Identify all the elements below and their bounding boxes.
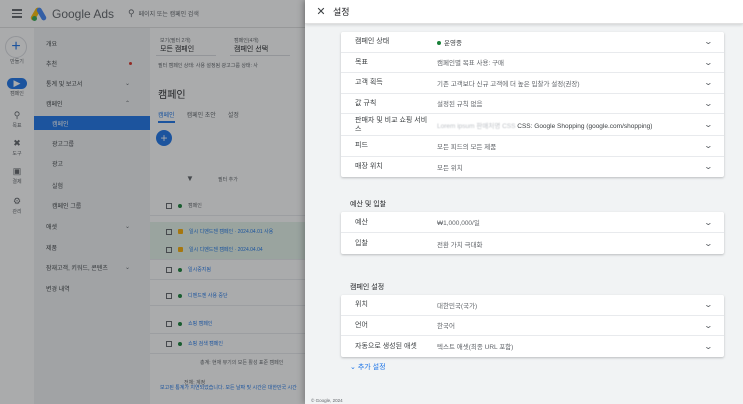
setting-row-goal[interactable]: 목표 캠페인별 목표 사용: 구매 ⌄ bbox=[341, 53, 724, 73]
chevron-down-icon[interactable]: ⌄ bbox=[704, 300, 713, 309]
general-settings-card: 캠페인 상태 운영중 ⌄ 목표 캠페인별 목표 사용: 구매 ⌄ 고객 획득 기… bbox=[341, 32, 724, 177]
setting-row-store-location[interactable]: 매장 위치 모든 위치 ⌄ bbox=[341, 157, 724, 178]
chevron-down-icon[interactable]: ⌄ bbox=[704, 218, 713, 227]
setting-row-value-rules[interactable]: 값 규칙 설정된 규칙 없음 ⌄ bbox=[341, 94, 724, 114]
setting-row-campaign-status[interactable]: 캠페인 상태 운영중 ⌄ bbox=[341, 32, 724, 53]
setting-row-location[interactable]: 위치 대한민국(국가) ⌄ bbox=[341, 295, 724, 316]
more-settings-link[interactable]: ⌄ 추가 설정 bbox=[350, 362, 386, 372]
campaign-settings-card: 위치 대한민국(국가) ⌄ 언어 한국어 ⌄ 자동으로 생성된 애셋 텍스트 애… bbox=[341, 295, 724, 357]
campaign-section-title: 캠페인 설정 bbox=[350, 284, 385, 291]
chevron-down-icon[interactable]: ⌄ bbox=[704, 342, 713, 351]
setting-row-customer-acquisition[interactable]: 고객 획득 기존 고객보다 신규 고객에 더 높은 입찰가 설정(권장) ⌄ bbox=[341, 73, 724, 94]
setting-row-css-partner[interactable]: 판매자 및 비교 쇼핑 서비스 Lorem ipsum 판매처명 CSS CSS… bbox=[341, 114, 724, 136]
chevron-down-icon[interactable]: ⌄ bbox=[704, 162, 713, 171]
budget-section-title: 예산 및 입찰 bbox=[350, 201, 387, 208]
chevron-down-icon[interactable]: ⌄ bbox=[704, 99, 713, 108]
chevron-down-icon[interactable]: ⌄ bbox=[704, 321, 713, 330]
chevron-down-icon[interactable]: ⌄ bbox=[704, 58, 713, 67]
chevron-down-icon[interactable]: ⌄ bbox=[704, 239, 713, 248]
redacted-text: Lorem ipsum 판매처명 CSS bbox=[437, 122, 516, 130]
setting-row-auto-assets[interactable]: 자동으로 생성된 애셋 텍스트 애셋(최종 URL 포함) ⌄ bbox=[341, 336, 724, 357]
chevron-down-icon[interactable]: ⌄ bbox=[704, 37, 713, 46]
budget-bidding-card: 예산 ₩1,000,000/일 ⌄ 입찰 전환 가치 극대화 ⌄ bbox=[341, 212, 724, 254]
chevron-down-icon[interactable]: ⌄ bbox=[704, 120, 713, 129]
panel-header: ✕ 설정 bbox=[305, 0, 743, 24]
copyright: © Google, 2024 bbox=[311, 398, 343, 403]
chevron-down-icon[interactable]: ⌄ bbox=[704, 141, 713, 150]
chevron-down-icon[interactable]: ⌄ bbox=[704, 78, 713, 87]
setting-row-language[interactable]: 언어 한국어 ⌄ bbox=[341, 316, 724, 336]
setting-row-feed[interactable]: 피드 모든 피드의 모든 제품 ⌄ bbox=[341, 136, 724, 157]
setting-row-bidding[interactable]: 입찰 전환 가치 극대화 ⌄ bbox=[341, 233, 724, 254]
setting-row-budget[interactable]: 예산 ₩1,000,000/일 ⌄ bbox=[341, 212, 724, 233]
chevron-down-icon: ⌄ bbox=[350, 364, 356, 371]
panel-title: 설정 bbox=[333, 7, 350, 17]
settings-panel: ✕ 설정 캠페인 상태 운영중 ⌄ 목표 캠페인별 목표 사용: 구매 ⌄ 고객… bbox=[305, 0, 743, 404]
status-dot bbox=[437, 41, 441, 46]
close-icon[interactable]: ✕ bbox=[315, 5, 327, 18]
